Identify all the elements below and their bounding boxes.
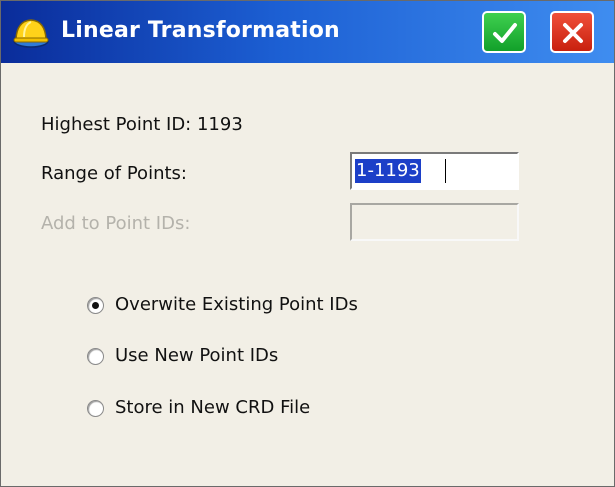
radio-label: Overwite Existing Point IDs bbox=[115, 294, 358, 315]
radio-selected-dot bbox=[92, 302, 99, 309]
range-selected-text: 1-1193 bbox=[355, 159, 421, 183]
range-of-points-input[interactable]: 1-1193 bbox=[350, 152, 519, 190]
title-bar: Linear Transformation bbox=[1, 1, 614, 63]
accept-button[interactable] bbox=[482, 11, 526, 53]
radio-button[interactable] bbox=[87, 348, 104, 365]
radio-label: Store in New CRD File bbox=[115, 397, 311, 418]
close-button[interactable] bbox=[550, 11, 594, 53]
checkmark-icon bbox=[493, 23, 517, 43]
window-title: Linear Transformation bbox=[61, 18, 340, 43]
add-to-point-ids-label: Add to Point IDs: bbox=[41, 213, 191, 234]
hardhat-icon bbox=[11, 15, 51, 49]
close-x-icon bbox=[563, 23, 583, 43]
highest-point-label: Highest Point ID: 1193 bbox=[41, 114, 243, 135]
range-of-points-label: Range of Points: bbox=[41, 163, 187, 184]
radio-button[interactable] bbox=[87, 297, 104, 314]
text-caret bbox=[445, 159, 446, 183]
dialog-window: Linear Transformation Highest Point ID: … bbox=[0, 0, 615, 487]
radio-button[interactable] bbox=[87, 400, 104, 417]
radio-label: Use New Point IDs bbox=[115, 345, 279, 366]
add-to-point-ids-input[interactable] bbox=[350, 203, 519, 241]
